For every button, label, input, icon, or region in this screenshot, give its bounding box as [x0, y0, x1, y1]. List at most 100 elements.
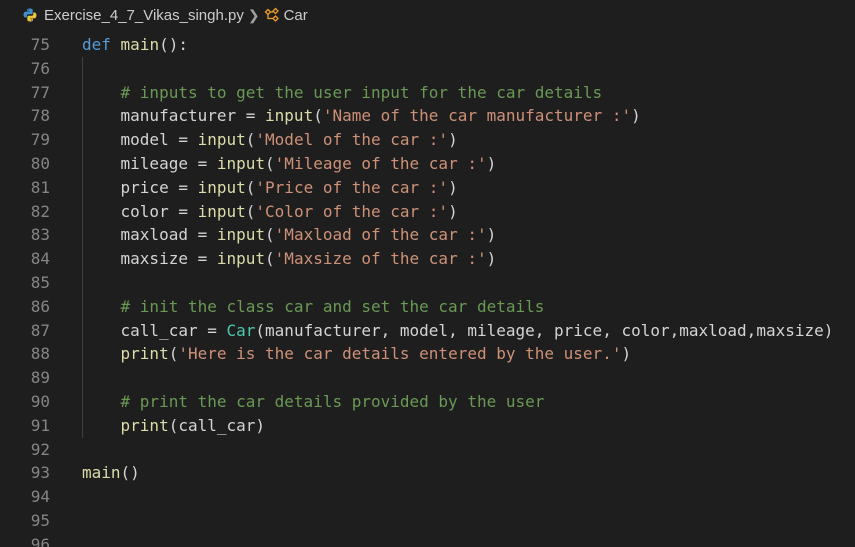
code-line[interactable]: 89 [0, 366, 855, 390]
code-text: call_car = Car(manufacturer, model, mile… [82, 319, 834, 343]
breadcrumb: Exercise_4_7_Vikas_singh.py ❯ Car [0, 0, 855, 30]
code-line[interactable]: 85 [0, 270, 855, 295]
code-text: def main(): [82, 33, 188, 57]
code-token: main [82, 463, 121, 483]
code-line[interactable]: 90 # print the car details provided by t… [0, 389, 855, 414]
code-token: () [120, 463, 140, 483]
code-token: (call_car) [168, 415, 266, 435]
code-text: print('Here is the car details entered b… [82, 342, 632, 366]
code-token: 'Maxsize of the car :' [274, 249, 487, 269]
line-number: 96 [30, 534, 50, 547]
code-line[interactable]: 94 [0, 485, 855, 509]
code-line[interactable]: 84 maxsize = input('Maxsize of the car :… [0, 247, 855, 271]
code-token: (): [159, 35, 188, 54]
code-token: ) [486, 153, 497, 173]
code-token: ( [245, 130, 256, 150]
code-line[interactable]: 88 print('Here is the car details entere… [0, 342, 855, 367]
code-text: model = input('Model of the car :') [82, 128, 458, 152]
code-line[interactable]: 87 call_car = Car(manufacturer, model, m… [0, 318, 855, 343]
code-text: main() [82, 461, 140, 485]
code-token: main [120, 35, 160, 54]
code-token: price = [82, 177, 198, 197]
code-lines[interactable]: 75 def main(): 76 77 # inputs to get the us… [0, 33, 855, 547]
line-number: 82 [30, 201, 50, 221]
code-text: mileage = input('Mileage of the car :') [82, 152, 497, 176]
code-text: print(call_car) [82, 414, 266, 438]
code-text: maxload = input('Maxload of the car :') [82, 223, 497, 247]
code-line[interactable]: 93 main() [0, 461, 855, 485]
code-line[interactable]: 78 manufacturer = input('Name of the car… [0, 104, 855, 129]
code-token: input [265, 106, 314, 126]
line-number: 95 [30, 510, 50, 530]
code-token: maxload = [82, 225, 217, 245]
code-text: manufacturer = input('Name of the car ma… [82, 104, 641, 128]
code-line[interactable]: 96 [0, 533, 855, 547]
code-token: model = [82, 130, 198, 150]
line-number: 87 [30, 320, 50, 340]
code-token: # inputs to get the user input for the c… [120, 82, 603, 102]
code-token: input [216, 249, 266, 269]
code-token: ) [621, 344, 632, 364]
code-line[interactable]: 91 print(call_car) [0, 413, 855, 438]
code-token: input [197, 130, 246, 150]
code-line[interactable]: 75 def main(): [0, 33, 855, 57]
code-token: 'Maxload of the car :' [274, 225, 487, 245]
code-line[interactable]: 81 price = input('Price of the car :') [0, 175, 855, 200]
line-number: 76 [30, 58, 50, 78]
code-text: maxsize = input('Maxsize of the car :') [82, 247, 497, 271]
code-token: ( [313, 106, 323, 126]
code-token: color = [82, 201, 198, 221]
code-line[interactable]: 92 [0, 438, 855, 462]
line-number: 83 [30, 225, 50, 245]
code-text: color = input('Color of the car :') [82, 200, 458, 224]
code-token: ( [265, 249, 275, 269]
code-token: # print the car details provided by the … [120, 391, 545, 411]
indent-guide [82, 56, 83, 81]
line-number: 91 [30, 415, 50, 435]
code-token: (manufacturer, model, mileage, price, co… [255, 320, 834, 340]
code-text: price = input('Price of the car :') [82, 176, 458, 200]
breadcrumb-symbol[interactable]: Car [284, 7, 308, 24]
code-line[interactable]: 82 color = input('Color of the car :') [0, 199, 855, 224]
indent-guide [82, 366, 83, 390]
code-token: Car [226, 320, 256, 340]
code-line[interactable]: 79 model = input('Model of the car :') [0, 128, 855, 152]
code-text: # init the class car and set the car det… [82, 295, 545, 319]
line-number: 84 [30, 249, 50, 269]
code-token: call_car = [82, 320, 227, 340]
code-token: print [120, 415, 169, 435]
code-token: ( [168, 344, 179, 364]
line-number: 77 [30, 82, 50, 102]
code-line[interactable]: 86 # init the class car and set the car … [0, 294, 855, 319]
code-token: input [216, 153, 266, 173]
code-editor[interactable]: Exercise_4_7_Vikas_singh.py ❯ Car 75 def … [0, 0, 855, 547]
code-token: maxsize = [82, 249, 217, 269]
code-token: input [197, 201, 246, 221]
line-number: 92 [30, 439, 50, 459]
code-line[interactable]: 76 [0, 56, 855, 81]
code-token: def [82, 35, 111, 54]
code-token: ) [448, 201, 458, 221]
code-line[interactable]: 77 # inputs to get the user input for th… [0, 80, 855, 105]
code-line[interactable]: 95 [0, 509, 855, 533]
code-line[interactable]: 80 mileage = input('Mileage of the car :… [0, 151, 855, 176]
python-icon [22, 7, 38, 23]
code-line[interactable]: 83 maxload = input('Maxload of the car :… [0, 223, 855, 248]
line-number: 75 [30, 35, 50, 54]
chevron-right-icon: ❯ [247, 6, 260, 23]
breadcrumb-file[interactable]: Exercise_4_7_Vikas_singh.py [44, 7, 244, 24]
code-token: ( [245, 201, 256, 221]
code-token: ) [486, 249, 497, 269]
line-number: 79 [30, 130, 50, 150]
code-token: ) [448, 130, 458, 150]
code-token: # init the class car and set the car det… [120, 296, 545, 316]
line-number: 80 [30, 153, 50, 173]
code-token: input [216, 225, 266, 245]
code-text: # inputs to get the user input for the c… [82, 81, 603, 105]
code-token: ( [245, 177, 256, 197]
